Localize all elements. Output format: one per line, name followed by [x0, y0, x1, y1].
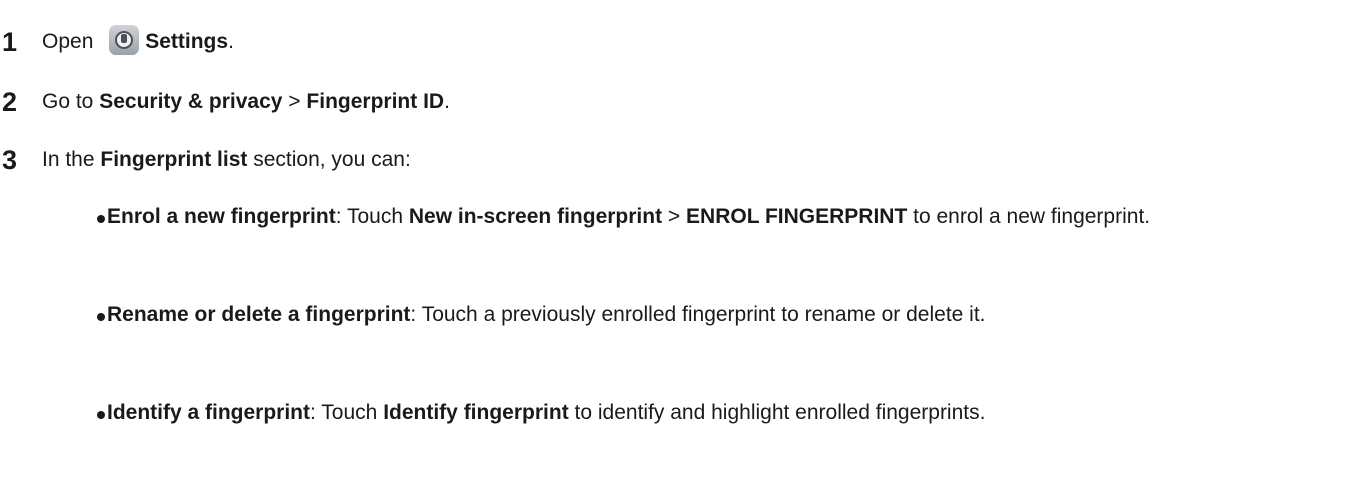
bullet-enrol: Enrol a new fingerprint: Touch New in-sc… [97, 198, 1347, 236]
bullet-title: Enrol a new fingerprint [107, 205, 336, 228]
bullet-dot-icon [97, 215, 105, 223]
step-text-post: . [228, 30, 234, 53]
fingerprint-id-label: Fingerprint ID [306, 90, 445, 113]
bullet-title: Rename or delete a fingerprint [107, 303, 411, 326]
bullet-text-part: : Touch [310, 401, 384, 424]
step-number: 1 [2, 26, 18, 57]
bullet-rename-delete: Rename or delete a fingerprint: Touch a … [97, 296, 1347, 334]
identify-fingerprint-label: Identify fingerprint [383, 401, 569, 424]
step-3: 3 In the Fingerprint list section, you c… [0, 140, 411, 180]
step-text-post: section, you can: [247, 148, 411, 171]
fingerprint-list-label: Fingerprint list [100, 148, 248, 171]
bullet-text-part: to enrol a new fingerprint. [907, 205, 1151, 228]
bullet-text-part: : Touch a previously enrolled fingerprin… [410, 303, 986, 326]
step-text-pre: Open [42, 30, 100, 53]
bullet-title: Identify a fingerprint [107, 401, 311, 424]
step-1: 1 Open Settings . [0, 22, 234, 62]
security-privacy-label: Security & privacy [99, 90, 283, 113]
step-number: 3 [2, 144, 18, 175]
bullet-text-part: > [662, 205, 687, 228]
step-number: 2 [2, 86, 18, 117]
step-text: Go to Security & privacy > Fingerprint I… [42, 90, 450, 114]
step-text-mid: > [282, 90, 307, 113]
bullet-text: Enrol a new fingerprint: Touch New in-sc… [107, 198, 1347, 236]
new-in-screen-fingerprint-label: New in-screen fingerprint [408, 205, 663, 228]
step-text-pre: In the [42, 148, 101, 171]
settings-icon [109, 25, 140, 55]
step-2: 2 Go to Security & privacy > Fingerprint… [0, 82, 450, 122]
bullet-identify: Identify a fingerprint: Touch Identify f… [97, 394, 1347, 432]
bullet-text: Rename or delete a fingerprint: Touch a … [107, 296, 1347, 334]
bullet-text-part: to identify and highlight enrolled finge… [568, 401, 986, 424]
step-text-post: . [444, 90, 450, 113]
bullet-text: Identify a fingerprint: Touch Identify f… [107, 394, 1347, 432]
step-text-pre: Go to [42, 90, 100, 113]
bullet-dot-icon [97, 411, 105, 419]
bullet-text-part: : Touch [335, 205, 409, 228]
step-text: Open Settings . [42, 25, 234, 59]
settings-label: Settings [145, 30, 229, 53]
bullet-dot-icon [97, 313, 105, 321]
step-text: In the Fingerprint list section, you can… [42, 148, 411, 172]
enrol-fingerprint-label: ENROL FINGERPRINT [686, 205, 908, 228]
